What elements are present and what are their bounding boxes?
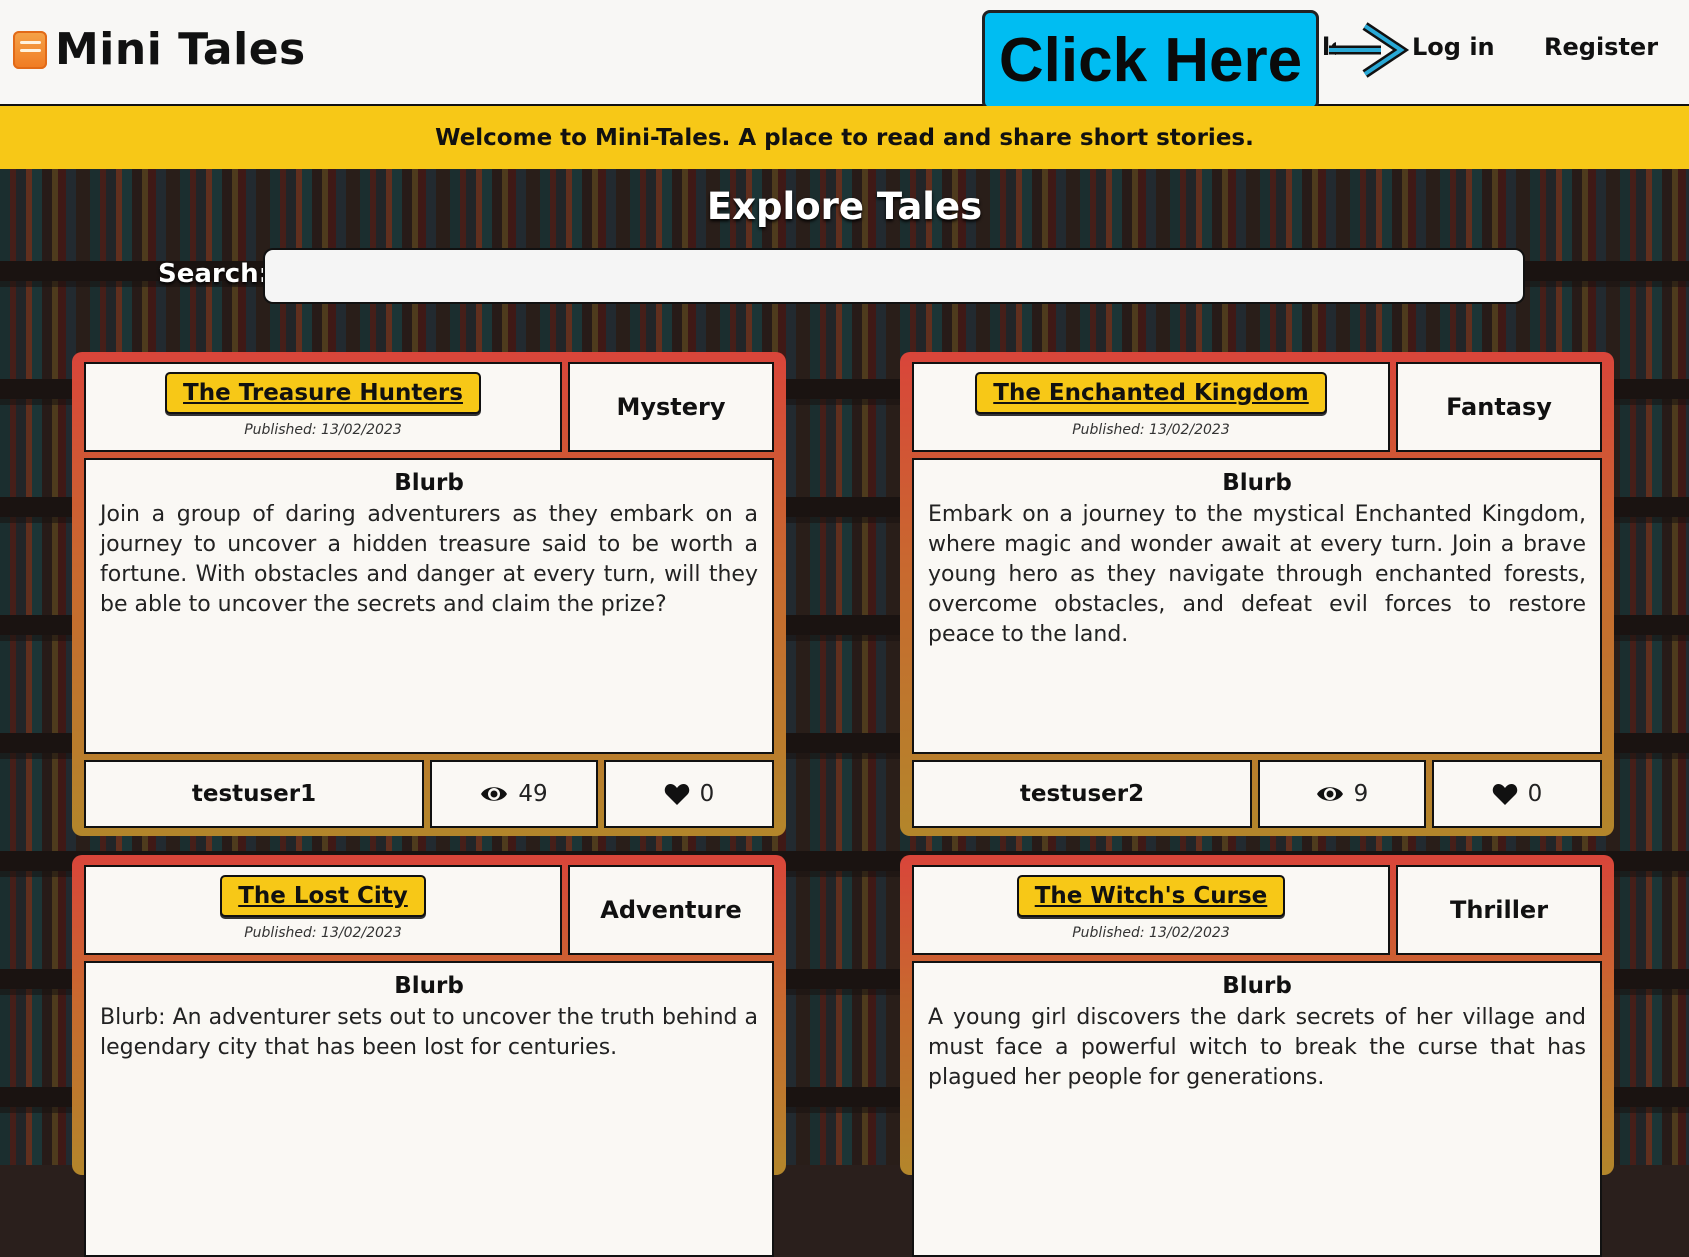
- genre-label: Thriller: [1396, 865, 1602, 955]
- published-date: Published: 13/02/2023: [244, 925, 402, 941]
- likes-number: 0: [699, 781, 715, 807]
- tale-title-box: The Treasure Hunters Published: 13/02/20…: [84, 362, 562, 452]
- heart-icon: [664, 784, 689, 805]
- blurb-box: Blurb Blurb: An adventurer sets out to u…: [84, 961, 774, 1257]
- blurb-heading: Blurb: [394, 470, 464, 496]
- author-name[interactable]: testuser2: [912, 760, 1252, 828]
- genre-label: Adventure: [568, 865, 774, 955]
- tale-title-link[interactable]: The Lost City: [220, 875, 426, 917]
- blurb-box: Blurb Embark on a journey to the mystica…: [912, 458, 1602, 754]
- views-count: 9: [1258, 760, 1426, 828]
- search-input[interactable]: [263, 248, 1525, 304]
- published-date: Published: 13/02/2023: [244, 422, 402, 438]
- blurb-box: Blurb Join a group of daring adventurers…: [84, 458, 774, 754]
- blurb-text: Blurb: An adventurer sets out to uncover…: [100, 1005, 758, 1060]
- search-label: Search:: [158, 259, 270, 289]
- welcome-banner: Welcome to Mini-Tales. A place to read a…: [0, 106, 1689, 169]
- tale-card: The Treasure Hunters Published: 13/02/20…: [72, 352, 786, 836]
- site-logo[interactable]: Mini Tales: [13, 24, 306, 75]
- blurb-heading: Blurb: [394, 973, 464, 999]
- blurb-text: A young girl discovers the dark secrets …: [928, 1005, 1586, 1090]
- genre-label: Mystery: [568, 362, 774, 452]
- blurb-box: Blurb A young girl discovers the dark se…: [912, 961, 1602, 1257]
- published-date: Published: 13/02/2023: [1072, 925, 1230, 941]
- views-count: 49: [430, 760, 598, 828]
- tale-title-box: The Witch's Curse Published: 13/02/2023: [912, 865, 1390, 955]
- tale-card: The Witch's Curse Published: 13/02/2023 …: [900, 855, 1614, 1257]
- genre-label: Fantasy: [1396, 362, 1602, 452]
- tale-card: The Lost City Published: 13/02/2023 Adve…: [72, 855, 786, 1257]
- author-name[interactable]: testuser1: [84, 760, 424, 828]
- blurb-text: Embark on a journey to the mystical Ench…: [928, 502, 1586, 647]
- blurb-heading: Blurb: [1222, 470, 1292, 496]
- arrow-right-icon: [1329, 22, 1410, 78]
- tale-title-box: The Enchanted Kingdom Published: 13/02/2…: [912, 362, 1390, 452]
- likes-count[interactable]: 0: [604, 760, 774, 828]
- tale-title-link[interactable]: The Witch's Curse: [1016, 875, 1286, 917]
- likes-number: 0: [1527, 781, 1543, 807]
- views-number: 49: [518, 781, 548, 807]
- views-number: 9: [1353, 781, 1369, 807]
- tale-title-link[interactable]: The Treasure Hunters: [165, 372, 481, 414]
- site-name: Mini Tales: [55, 24, 306, 75]
- published-date: Published: 13/02/2023: [1072, 422, 1230, 438]
- site-header: Mini Tales lo Log in Register Click Here: [0, 0, 1689, 110]
- page-title: Explore Tales: [706, 185, 983, 228]
- tale-title-box: The Lost City Published: 13/02/2023: [84, 865, 562, 955]
- blurb-heading: Blurb: [1222, 973, 1292, 999]
- eye-icon: [481, 787, 508, 801]
- heart-icon: [1492, 784, 1517, 805]
- login-link[interactable]: Log in: [1412, 33, 1495, 61]
- eye-icon: [1316, 787, 1343, 801]
- likes-count[interactable]: 0: [1432, 760, 1602, 828]
- click-here-button[interactable]: Click Here: [982, 10, 1319, 110]
- blurb-text: Join a group of daring adventurers as th…: [100, 502, 758, 617]
- register-link[interactable]: Register: [1544, 33, 1658, 61]
- tale-card: The Enchanted Kingdom Published: 13/02/2…: [900, 352, 1614, 836]
- tale-title-link[interactable]: The Enchanted Kingdom: [975, 372, 1327, 414]
- book-logo-icon: [13, 30, 47, 69]
